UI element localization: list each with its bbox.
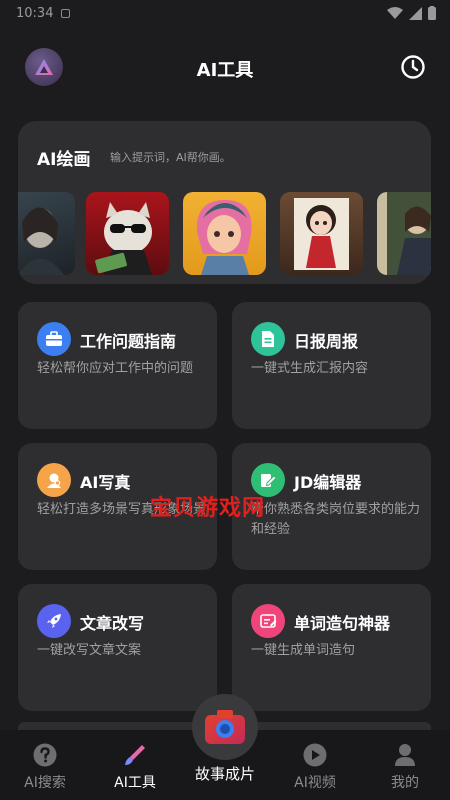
user-icon — [395, 744, 415, 766]
tab-label: AI搜索 — [24, 775, 66, 791]
pink-hair-girl-image[interactable] — [183, 192, 266, 275]
watermark-text: 宝贝游戏网 — [150, 496, 266, 521]
woman-portrait-image[interactable] — [18, 192, 75, 275]
tool-card-word-sentence[interactable]: 单词造句神器 一键生成单词造句 — [232, 584, 431, 711]
tab-ai-video[interactable]: AI视频 — [270, 730, 360, 800]
status-bar: 10:34 — [0, 0, 450, 26]
tab-label: AI视频 — [294, 775, 336, 791]
red-dress-doll-image[interactable] — [280, 192, 363, 275]
document-icon — [251, 322, 285, 356]
brush-icon — [125, 745, 145, 765]
tool-desc: 一键生成单词造句 — [251, 643, 356, 658]
portrait-icon — [37, 463, 71, 497]
battery-icon — [428, 6, 436, 20]
ai-drawing-card[interactable]: AI绘画 输入提示词，AI帮你画。 — [18, 121, 431, 284]
tab-ai-tools[interactable]: AI工具 — [90, 730, 180, 800]
tool-desc: 帮你熟悉各类岗位要求的能力和经验 — [251, 502, 421, 537]
wifi-icon — [387, 6, 403, 19]
top-bar: AI工具 — [0, 44, 450, 90]
page-title: AI工具 — [196, 60, 254, 81]
question-icon — [33, 743, 57, 767]
tab-ai-search[interactable]: AI搜索 — [0, 730, 90, 800]
tool-desc: 一键式生成汇报内容 — [251, 361, 369, 376]
rocket-icon — [37, 604, 71, 638]
tool-title: AI写真 — [80, 473, 131, 492]
tool-title: JD编辑器 — [294, 473, 362, 492]
briefcase-icon — [37, 322, 71, 356]
notification-icon — [61, 8, 71, 18]
story-video-button[interactable] — [192, 694, 258, 760]
tab-label: AI工具 — [114, 775, 156, 791]
ai-drawing-title: AI绘画 — [37, 150, 91, 170]
tool-card-daily-report[interactable]: 日报周报 一键式生成汇报内容 — [232, 302, 431, 429]
play-icon — [303, 743, 327, 767]
tool-desc: 一键改写文章文案 — [37, 643, 142, 658]
tool-title: 单词造句神器 — [294, 614, 391, 633]
tab-label: 我的 — [391, 775, 419, 791]
ai-drawing-subtitle: 输入提示词，AI帮你画。 — [110, 151, 231, 164]
tab-mine[interactable]: 我的 — [360, 730, 450, 800]
tool-title: 文章改写 — [80, 614, 145, 633]
tool-title: 日报周报 — [294, 332, 359, 351]
tool-card-work-guide[interactable]: 工作问题指南 轻松帮你应对工作中的问题 — [18, 302, 217, 429]
tool-card-article-rewrite[interactable]: 文章改写 一键改写文章文案 — [18, 584, 217, 711]
painting-woman-image[interactable] — [377, 192, 431, 275]
camera-icon — [205, 710, 245, 744]
status-time: 10:34 — [16, 5, 54, 21]
signal-icon — [409, 6, 422, 20]
tool-title: 工作问题指南 — [80, 332, 177, 351]
clock-icon — [401, 55, 425, 79]
tab-label: 故事成片 — [194, 765, 255, 783]
cat-sunglasses-image[interactable] — [86, 192, 169, 275]
pen-list-icon — [251, 604, 285, 638]
tool-desc: 轻松帮你应对工作中的问题 — [37, 361, 194, 376]
history-button[interactable] — [398, 52, 428, 82]
